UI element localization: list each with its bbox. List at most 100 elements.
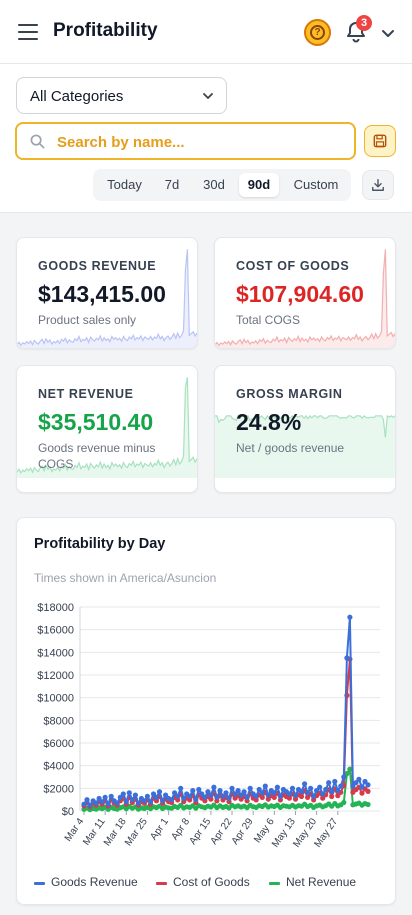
data-point[interactable] xyxy=(359,784,365,790)
data-point[interactable] xyxy=(259,794,265,800)
data-point[interactable] xyxy=(87,802,93,808)
data-point[interactable] xyxy=(135,800,141,806)
data-point[interactable] xyxy=(132,792,138,798)
data-point[interactable] xyxy=(169,797,175,803)
data-point[interactable] xyxy=(214,794,220,800)
data-point[interactable] xyxy=(211,784,217,790)
data-point[interactable] xyxy=(274,784,280,790)
data-point[interactable] xyxy=(153,794,160,800)
data-point[interactable] xyxy=(298,793,305,800)
data-point[interactable] xyxy=(262,783,268,789)
search-field[interactable] xyxy=(15,122,356,160)
data-point[interactable] xyxy=(129,797,135,803)
help-button[interactable]: ? xyxy=(304,19,331,46)
data-point[interactable] xyxy=(247,785,253,791)
data-point[interactable] xyxy=(347,614,353,620)
data-point[interactable] xyxy=(141,798,147,804)
data-point[interactable] xyxy=(156,789,163,795)
range-7d-button[interactable]: 7d xyxy=(155,173,189,197)
legend-label: Net Revenue xyxy=(286,875,357,889)
data-point[interactable] xyxy=(229,785,235,791)
data-point[interactable] xyxy=(108,793,114,799)
data-point[interactable] xyxy=(320,791,326,797)
data-point[interactable] xyxy=(223,790,229,796)
data-point[interactable] xyxy=(187,793,193,799)
data-point[interactable] xyxy=(271,790,277,796)
data-point[interactable] xyxy=(365,782,371,788)
data-point[interactable] xyxy=(178,785,184,791)
data-point[interactable] xyxy=(341,799,347,806)
data-point[interactable] xyxy=(317,784,323,790)
data-point[interactable] xyxy=(341,774,347,780)
download-button[interactable] xyxy=(362,170,394,200)
search-input[interactable] xyxy=(57,131,347,153)
range-90d-button[interactable]: 90d xyxy=(239,173,279,197)
data-point[interactable] xyxy=(329,793,335,800)
y-tick-label: $16000 xyxy=(37,625,74,637)
data-point[interactable] xyxy=(190,788,196,794)
data-point[interactable] xyxy=(308,785,314,791)
chevron-down-icon[interactable] xyxy=(380,25,396,41)
data-point[interactable] xyxy=(84,797,90,803)
data-point[interactable] xyxy=(235,788,241,794)
data-point[interactable] xyxy=(147,799,154,805)
y-tick-label: $12000 xyxy=(37,670,74,682)
data-point[interactable] xyxy=(292,792,299,798)
data-point[interactable] xyxy=(329,789,335,795)
data-point[interactable] xyxy=(253,793,259,799)
save-button[interactable] xyxy=(364,125,396,157)
card-value: $107,904.60 xyxy=(236,281,364,307)
data-point[interactable] xyxy=(123,799,129,805)
data-point[interactable] xyxy=(175,793,181,799)
data-point[interactable] xyxy=(365,788,371,794)
card-subtitle: Product sales only xyxy=(38,313,137,327)
data-point[interactable] xyxy=(344,655,350,661)
data-point[interactable] xyxy=(277,793,283,799)
data-point[interactable] xyxy=(302,781,308,787)
data-point[interactable] xyxy=(289,785,296,791)
data-point[interactable] xyxy=(196,786,202,793)
data-point[interactable] xyxy=(120,791,126,797)
data-point[interactable] xyxy=(335,788,341,794)
data-point[interactable] xyxy=(181,795,187,802)
data-point[interactable] xyxy=(126,790,132,796)
menu-icon[interactable] xyxy=(18,24,38,40)
range-30d-button[interactable]: 30d xyxy=(195,173,233,197)
data-point[interactable] xyxy=(338,783,344,789)
data-point[interactable] xyxy=(323,786,329,793)
data-point[interactable] xyxy=(202,794,208,800)
data-point[interactable] xyxy=(193,797,199,803)
data-point[interactable] xyxy=(217,788,223,794)
chart-timezone-note: Times shown in America/Asuncion xyxy=(34,571,217,585)
data-point[interactable] xyxy=(305,790,311,796)
data-point[interactable] xyxy=(114,800,120,806)
data-point[interactable] xyxy=(298,789,305,795)
data-point[interactable] xyxy=(356,776,362,782)
data-point[interactable] xyxy=(241,789,247,795)
data-point[interactable] xyxy=(93,800,99,806)
data-point[interactable] xyxy=(208,792,214,798)
range-today-button[interactable]: Today xyxy=(97,173,152,197)
data-point[interactable] xyxy=(81,801,87,807)
data-point[interactable] xyxy=(265,792,271,798)
range-custom-button[interactable]: Custom xyxy=(285,173,347,197)
data-point[interactable] xyxy=(99,799,105,805)
data-point[interactable] xyxy=(326,780,332,786)
data-point[interactable] xyxy=(102,794,108,800)
top-bar: Profitability ? 3 xyxy=(0,0,412,64)
data-point[interactable] xyxy=(365,801,371,808)
data-point[interactable] xyxy=(332,778,338,785)
card-subtitle: Total COGS xyxy=(236,313,301,327)
data-point[interactable] xyxy=(226,795,232,802)
data-point[interactable] xyxy=(160,798,166,804)
data-point[interactable] xyxy=(259,790,265,796)
data-point[interactable] xyxy=(359,790,365,796)
data-point[interactable] xyxy=(271,794,277,800)
data-point[interactable] xyxy=(144,793,150,799)
data-point[interactable] xyxy=(286,791,292,797)
data-point[interactable] xyxy=(244,794,250,800)
data-point[interactable] xyxy=(105,801,111,807)
net-revenue-card: NET REVENUE $35,510.40 Goods revenue min… xyxy=(16,365,198,493)
data-point[interactable] xyxy=(311,793,317,799)
category-select[interactable]: All Categories xyxy=(16,77,227,114)
